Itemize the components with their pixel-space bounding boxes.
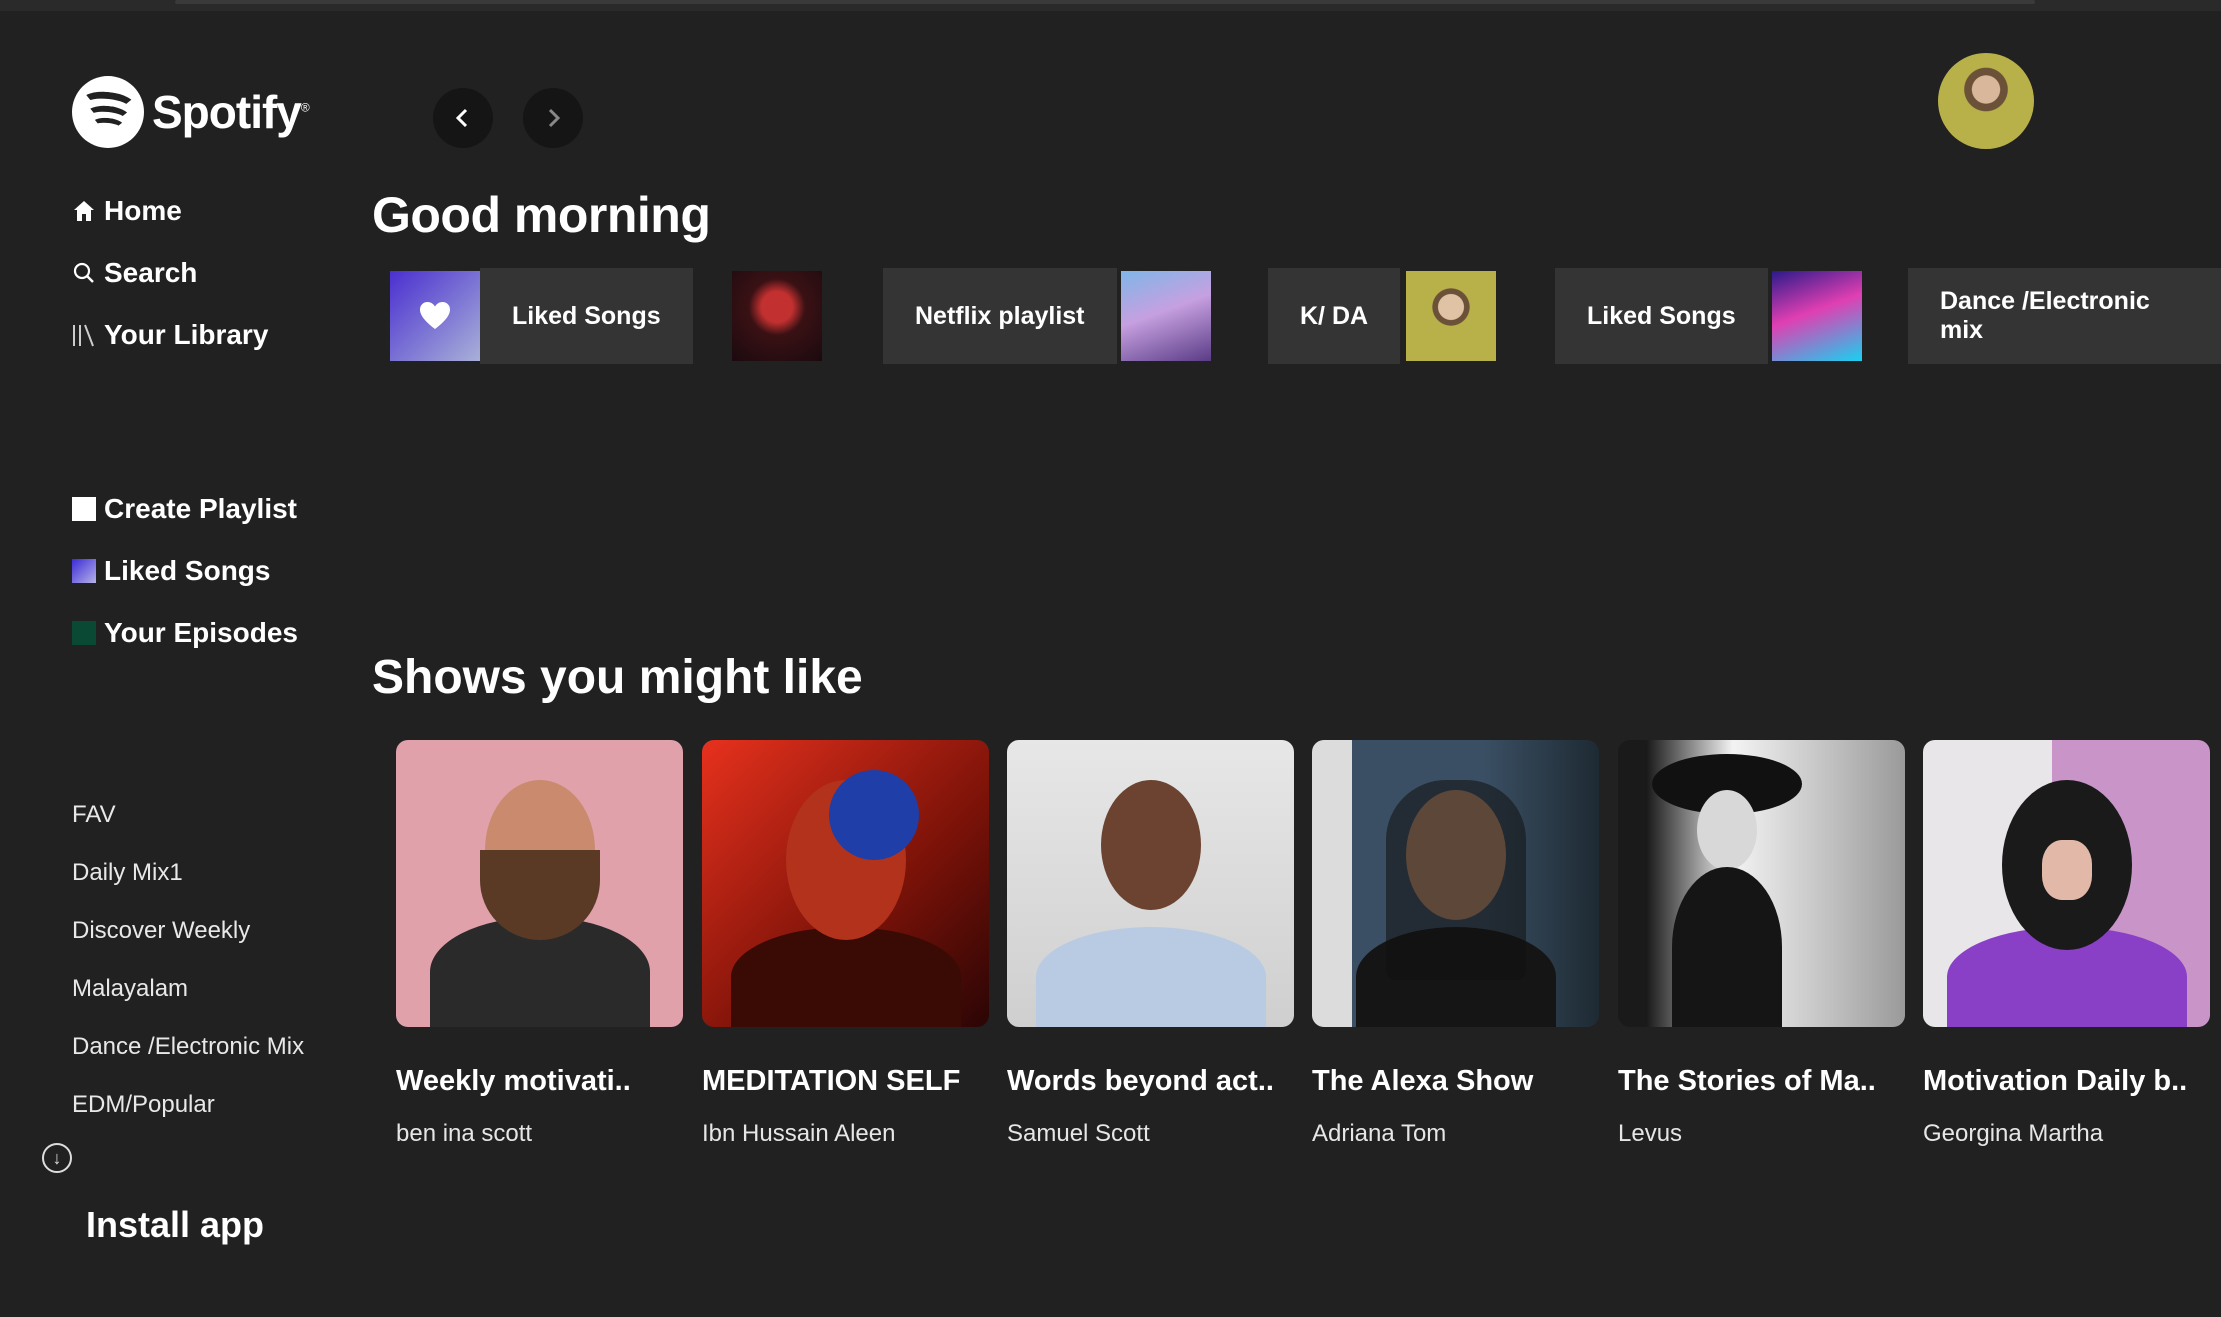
show-title: The Stories of Ma..	[1618, 1065, 1876, 1097]
show-cover	[396, 740, 683, 1027]
quick-pick-label: K/ DA	[1268, 268, 1401, 364]
quick-pick-thumb	[390, 271, 480, 361]
chevron-left-icon	[455, 108, 468, 128]
quick-pick-thumb	[1406, 271, 1497, 361]
quick-pick-netflix-playlist[interactable]: Netflix playlist	[883, 268, 1211, 364]
sidebar-actions: Create Playlist Liked Songs Your Episode…	[72, 478, 298, 664]
install-app-link[interactable]: Install app	[86, 1204, 264, 1246]
show-author: Georgina Martha	[1923, 1120, 2104, 1147]
sidebar-item-search[interactable]: Search	[70, 242, 268, 304]
quick-pick-thumb	[732, 271, 822, 361]
scroll-track	[175, 0, 2035, 4]
playlist-item[interactable]: EDM/Popular	[72, 1085, 304, 1143]
spotify-logo[interactable]: Spotify®	[72, 76, 310, 148]
show-author: Levus	[1618, 1120, 1683, 1147]
forward-button[interactable]	[523, 88, 583, 148]
show-cover	[1312, 740, 1599, 1027]
quick-pick-label: Dance /Electronic mix	[1908, 268, 2221, 364]
your-episodes-link[interactable]: Your Episodes	[72, 602, 298, 664]
show-author: ben ina scott	[396, 1120, 533, 1147]
show-author: Samuel Scott	[1007, 1120, 1150, 1147]
quick-pick-cover[interactable]	[732, 268, 822, 364]
quick-pick-label: Liked Songs	[480, 268, 693, 364]
show-author: Ibn Hussain Aleen	[702, 1120, 896, 1147]
download-icon[interactable]: ↓	[42, 1143, 72, 1173]
show-cover	[1007, 740, 1294, 1027]
show-card[interactable]: The Stories of Ma.. Levus	[1618, 740, 1905, 1148]
playlist-item[interactable]: Dance /Electronic Mix	[72, 1027, 304, 1085]
episodes-icon	[72, 621, 96, 645]
user-avatar[interactable]	[1938, 53, 2034, 149]
show-cover	[1923, 740, 2210, 1027]
browser-top-edge	[0, 0, 2221, 11]
playlist-item[interactable]: Daily Mix1	[72, 853, 304, 911]
sidebar-item-label: Home	[104, 195, 182, 226]
library-icon	[70, 321, 98, 349]
sidebar-item-label: Search	[104, 257, 198, 288]
home-icon	[70, 197, 98, 225]
heart-icon	[420, 302, 450, 329]
show-card[interactable]: Motivation Daily b.. Georgina Martha	[1923, 740, 2210, 1148]
quick-pick-label: Netflix playlist	[883, 268, 1117, 364]
sidebar-item-library[interactable]: Your Library	[70, 304, 268, 366]
brand-name: Spotify®	[152, 86, 310, 138]
playlist-item[interactable]: Malayalam	[72, 969, 304, 1027]
show-card[interactable]: The Alexa Show Adriana Tom	[1312, 740, 1599, 1148]
show-cover	[1618, 740, 1905, 1027]
liked-songs-link[interactable]: Liked Songs	[72, 540, 298, 602]
greeting-heading: Good morning	[372, 187, 711, 243]
sidebar-nav: Home Search Your Library	[70, 180, 268, 366]
show-title: Weekly motivati..	[396, 1065, 631, 1097]
liked-songs-label: Liked Songs	[104, 555, 271, 586]
show-title: Words beyond act..	[1007, 1065, 1274, 1097]
chevron-right-icon	[548, 108, 561, 128]
quick-pick-dance-electronic-mix[interactable]: Dance /Electronic mix	[1908, 268, 2221, 364]
quick-pick-liked-songs[interactable]: Liked Songs	[390, 268, 693, 364]
quick-pick-kda[interactable]: K/ DA	[1268, 268, 1497, 364]
quick-pick-label: Liked Songs	[1555, 268, 1768, 364]
spotify-logo-icon	[72, 76, 144, 148]
liked-songs-icon	[72, 559, 96, 583]
show-title: MEDITATION SELF	[702, 1065, 961, 1097]
create-playlist-button[interactable]: Create Playlist	[72, 478, 298, 540]
show-author: Adriana Tom	[1312, 1120, 1447, 1147]
playlist-item[interactable]: FAV	[72, 795, 304, 853]
playlist-list: FAV Daily Mix1 Discover Weekly Malayalam…	[72, 795, 304, 1143]
show-title: The Alexa Show	[1312, 1065, 1534, 1097]
playlist-item[interactable]: Discover Weekly	[72, 911, 304, 969]
sidebar-item-home[interactable]: Home	[70, 180, 268, 242]
quick-pick-liked-songs-2[interactable]: Liked Songs	[1555, 268, 1862, 364]
back-button[interactable]	[433, 88, 493, 148]
spotify-app: Spotify® Home Search Your Library Create…	[0, 0, 2221, 1317]
show-title: Motivation Daily b..	[1923, 1065, 2188, 1097]
show-card[interactable]: Words beyond act.. Samuel Scott	[1007, 740, 1294, 1148]
search-icon	[70, 259, 98, 287]
create-playlist-label: Create Playlist	[104, 493, 297, 524]
quick-pick-thumb	[1771, 271, 1862, 361]
your-episodes-label: Your Episodes	[104, 617, 298, 648]
sidebar-item-label: Your Library	[104, 319, 269, 350]
show-card[interactable]: Weekly motivati.. ben ina scott	[396, 740, 683, 1148]
show-cover	[702, 740, 989, 1027]
plus-square-icon	[72, 497, 96, 521]
section-title-shows: Shows you might like	[372, 651, 863, 704]
show-card[interactable]: MEDITATION SELF Ibn Hussain Aleen	[702, 740, 989, 1148]
quick-pick-thumb	[1120, 271, 1211, 361]
